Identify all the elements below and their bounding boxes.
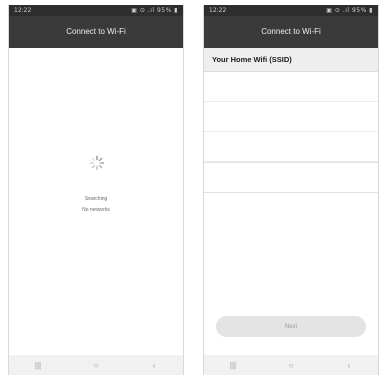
home-icon[interactable]: ○	[86, 358, 106, 372]
status-icons: ▣ ⊙ .ıl 95% ▮	[326, 7, 373, 14]
status-time: 12:22	[209, 7, 227, 14]
phone-screen-searching: 12:22 ▣ ⊙ .ıl 95% ▮ Connect to Wi-Fi Sea…	[8, 5, 184, 375]
status-icons: ▣ ⊙ .ıl 95% ▮	[131, 7, 178, 14]
android-nav-bar: ||| ○ ‹	[204, 355, 378, 375]
home-icon[interactable]: ○	[281, 358, 301, 372]
status-time: 12:22	[14, 7, 32, 14]
recent-apps-icon[interactable]: |||	[223, 358, 243, 372]
wifi-list-item[interactable]	[204, 102, 378, 132]
searching-label: Searching	[84, 196, 108, 202]
no-networks-label: No networks	[82, 207, 110, 213]
back-icon[interactable]: ‹	[339, 358, 359, 372]
android-nav-bar: ||| ○ ‹	[9, 355, 183, 375]
loading-spinner-icon	[89, 155, 105, 171]
next-button[interactable]: Next	[216, 316, 366, 337]
app-bar-title: Connect to Wi-Fi	[9, 16, 183, 48]
screen-content: Your Home Wifi (SSID) Next	[204, 48, 378, 355]
status-bar: 12:22 ▣ ⊙ .ıl 95% ▮	[9, 5, 183, 16]
ssid-section-header: Your Home Wifi (SSID)	[204, 48, 378, 72]
recent-apps-icon[interactable]: |||	[28, 358, 48, 372]
phone-screen-ssid: 12:22 ▣ ⊙ .ıl 95% ▮ Connect to Wi-Fi You…	[203, 5, 379, 375]
search-status: Searching No networks	[9, 194, 183, 216]
wifi-list-item[interactable]	[204, 132, 378, 162]
wifi-list-item[interactable]	[204, 72, 378, 102]
app-bar-title: Connect to Wi-Fi	[204, 16, 378, 48]
screen-content: Searching No networks	[9, 48, 183, 355]
status-bar: 12:22 ▣ ⊙ .ıl 95% ▮	[204, 5, 378, 16]
wifi-list-item[interactable]	[204, 162, 378, 193]
back-icon[interactable]: ‹	[144, 358, 164, 372]
